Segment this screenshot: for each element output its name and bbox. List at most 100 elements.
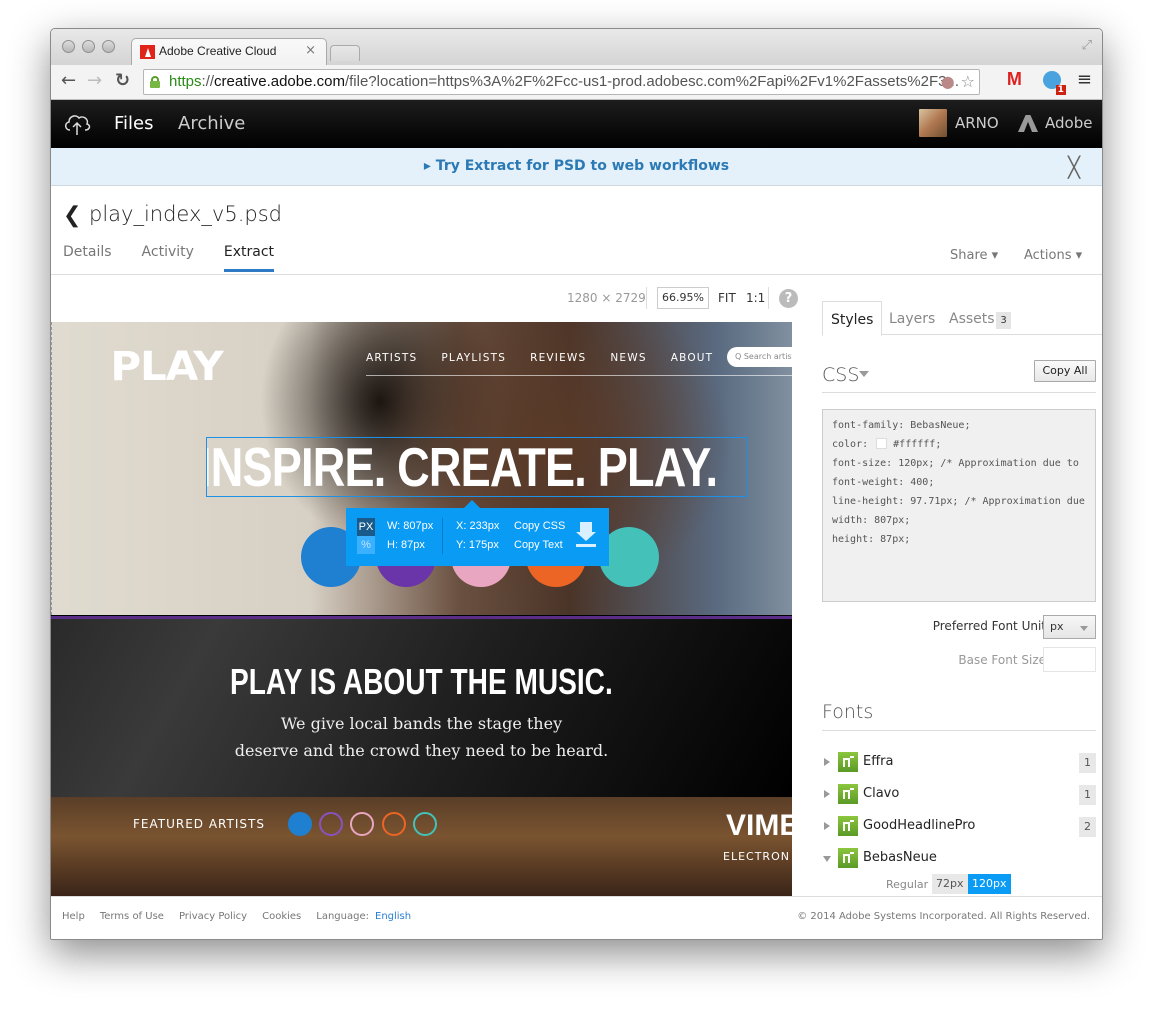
- tab-styles[interactable]: Styles: [822, 301, 883, 336]
- font-size-chip-selected[interactable]: 120px: [968, 874, 1011, 894]
- address-bar[interactable]: https://creative.adobe.com/file?location…: [143, 69, 980, 95]
- typekit-icon: [838, 848, 858, 868]
- carousel-dot[interactable]: [382, 812, 406, 836]
- preferred-font-unit-value: px: [1050, 620, 1064, 633]
- about-subtitle-line1: We give local bands the stage they: [280, 714, 563, 733]
- file-tabs: Details Activity Extract: [63, 244, 275, 272]
- nav-archive[interactable]: Archive: [178, 113, 245, 134]
- site-nav-item[interactable]: PLAYLISTS: [441, 352, 506, 364]
- preferred-font-unit-select[interactable]: px: [1043, 615, 1096, 639]
- featured-artist-genre: ELECTRON: [723, 850, 790, 863]
- site-nav-item[interactable]: NEWS: [610, 352, 646, 364]
- user-name[interactable]: ARNO: [955, 114, 999, 132]
- footer-link-cookies[interactable]: Cookies: [262, 911, 301, 922]
- psd-preview-canvas[interactable]: PLAY ARTISTS PLAYLISTS REVIEWS NEWS ABOU…: [51, 322, 792, 896]
- site-logo[interactable]: PLAY: [110, 344, 223, 390]
- collapse-caret-icon[interactable]: [823, 856, 831, 862]
- carousel-dot[interactable]: [288, 812, 312, 836]
- css-dropdown-caret-icon[interactable]: [859, 371, 869, 377]
- footer-link-privacy[interactable]: Privacy Policy: [179, 911, 247, 922]
- font-row[interactable]: Effra 1: [822, 751, 1096, 775]
- css-code-box[interactable]: font-family: BebasNeue; color: #ffffff; …: [822, 409, 1096, 602]
- css-line: height: 87px;: [832, 534, 911, 545]
- zoom-level-input[interactable]: 66.95%: [657, 287, 709, 309]
- banner-link[interactable]: ▸ Try Extract for PSD to web workflows: [51, 158, 1102, 174]
- promo-banner: ▸ Try Extract for PSD to web workflows ╳: [51, 148, 1102, 186]
- footer-link-terms[interactable]: Terms of Use: [100, 911, 164, 922]
- actual-size-button[interactable]: 1:1: [746, 291, 765, 305]
- css-heading[interactable]: CSS: [822, 364, 859, 386]
- carousel-dot[interactable]: [350, 812, 374, 836]
- language-selector[interactable]: English: [375, 911, 411, 922]
- extension-icon[interactable]: 1: [1042, 70, 1066, 95]
- tab-extract[interactable]: Extract: [223, 244, 275, 272]
- zoom-window-button[interactable]: [102, 40, 115, 53]
- close-window-button[interactable]: [62, 40, 75, 53]
- font-size-chip[interactable]: 72px: [932, 874, 968, 894]
- expand-caret-icon[interactable]: [824, 822, 830, 830]
- expand-caret-icon[interactable]: [824, 758, 830, 766]
- copy-css-link[interactable]: Copy CSS: [514, 520, 565, 532]
- base-font-size-input[interactable]: [1043, 647, 1096, 672]
- tab-close-icon[interactable]: ×: [305, 43, 316, 58]
- font-name: GoodHeadlinePro: [863, 818, 976, 833]
- copy-text-link[interactable]: Copy Text: [514, 539, 563, 551]
- inspector-panel: Styles Layers Assets 3 CSS Copy All font…: [822, 301, 1102, 896]
- help-icon[interactable]: ?: [779, 289, 798, 308]
- user-avatar[interactable]: [919, 109, 947, 137]
- fullscreen-icon[interactable]: ⤢: [1082, 38, 1092, 53]
- divider: [822, 392, 1096, 393]
- unit-percent-toggle[interactable]: %: [357, 536, 375, 554]
- browser-window: Adobe Creative Cloud × ⤢ ← → ↻ https://c…: [50, 28, 1103, 940]
- actions-dropdown[interactable]: Actions ▾: [1024, 248, 1082, 263]
- document-dimensions: 1280 × 2729: [567, 291, 646, 305]
- tab-assets[interactable]: Assets: [949, 311, 995, 327]
- site-nav-item[interactable]: REVIEWS: [530, 352, 586, 364]
- creative-cloud-icon[interactable]: [63, 111, 91, 137]
- page-footer: Help Terms of Use Privacy Policy Cookies…: [51, 896, 1102, 939]
- carousel-dot[interactable]: [319, 812, 343, 836]
- unit-px-toggle[interactable]: PX: [357, 518, 375, 536]
- selected-layer-headline[interactable]: INSPIRE. CREATE. PLAY.: [206, 437, 748, 497]
- cookie-blocked-icon[interactable]: ●: [941, 72, 955, 91]
- layer-height: H: 87px: [387, 539, 425, 551]
- nav-files[interactable]: Files: [114, 113, 154, 134]
- color-swatch[interactable]: [876, 438, 888, 449]
- footer-link-help[interactable]: Help: [62, 911, 85, 922]
- browser-menu-icon[interactable]: ≡: [1077, 69, 1092, 90]
- gmail-extension-icon[interactable]: [1007, 69, 1027, 90]
- adobe-brand[interactable]: Adobe: [1045, 114, 1092, 132]
- divider: [366, 375, 792, 376]
- minimize-window-button[interactable]: [82, 40, 95, 53]
- back-chevron-icon[interactable]: ❮: [63, 203, 81, 228]
- browser-tab[interactable]: Adobe Creative Cloud ×: [131, 38, 327, 65]
- new-tab-button[interactable]: [330, 45, 360, 61]
- fit-button[interactable]: FIT: [718, 291, 736, 305]
- copy-all-button[interactable]: Copy All: [1034, 360, 1096, 382]
- site-nav-item[interactable]: ABOUT: [671, 352, 714, 364]
- font-row[interactable]: Clavo 1: [822, 783, 1096, 807]
- tab-layers[interactable]: Layers: [889, 311, 935, 327]
- tab-details[interactable]: Details: [63, 244, 112, 272]
- language-label: Language:: [316, 911, 369, 922]
- share-dropdown[interactable]: Share ▾: [950, 248, 998, 263]
- featured-artists-section: FEATURED ARTISTS VIME ELECTRON: [51, 797, 792, 896]
- download-icon-base: [576, 544, 596, 547]
- bookmark-star-icon[interactable]: ☆: [961, 72, 975, 91]
- forward-icon[interactable]: →: [87, 70, 102, 91]
- tab-activity[interactable]: Activity: [142, 244, 194, 272]
- css-line: line-height: 97.71px; /* Approximation d…: [832, 496, 1085, 507]
- divider: [646, 287, 647, 309]
- banner-close-icon[interactable]: ╳: [1068, 155, 1080, 179]
- url-text[interactable]: https://creative.adobe.com/file?location…: [169, 73, 959, 90]
- carousel-dot[interactable]: [413, 812, 437, 836]
- font-row-expanded[interactable]: BebasNeue: [822, 847, 1096, 871]
- site-nav-item[interactable]: ARTISTS: [366, 352, 417, 364]
- site-search[interactable]: Q Search artist: [727, 347, 792, 367]
- font-row[interactable]: GoodHeadlinePro 2: [822, 815, 1096, 839]
- reload-icon[interactable]: ↻: [115, 70, 130, 91]
- extension-badge: 1: [1055, 84, 1066, 95]
- expand-caret-icon[interactable]: [824, 790, 830, 798]
- back-icon[interactable]: ←: [61, 70, 76, 91]
- color-value: #ffffff: [893, 439, 936, 450]
